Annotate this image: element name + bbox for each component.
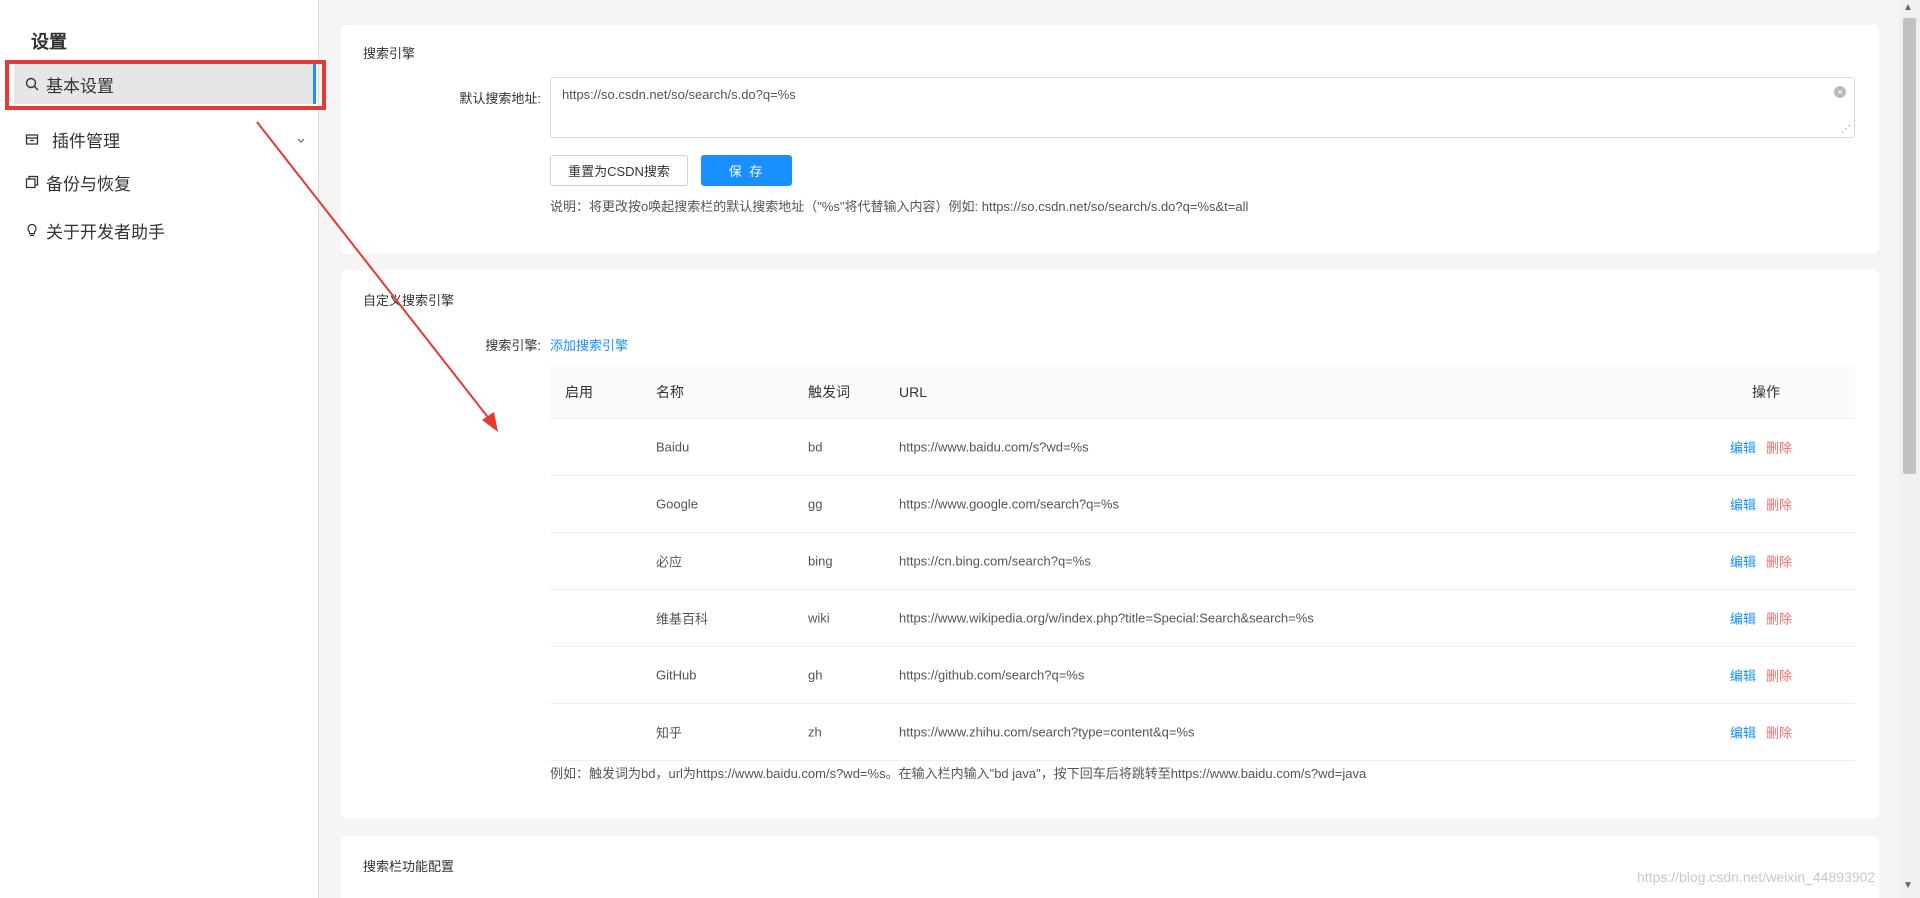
reset-csdn-button[interactable]: 重置为CSDN搜索: [550, 155, 688, 186]
resize-handle-icon[interactable]: ⋰: [1841, 124, 1851, 135]
edit-link[interactable]: 编辑: [1730, 666, 1756, 685]
delete-link[interactable]: 删除: [1766, 666, 1792, 685]
engine-trigger: wiki: [808, 610, 830, 626]
engine-name: 知乎: [656, 725, 683, 741]
engine-name: 必应: [656, 554, 683, 570]
engine-url: https://www.zhihu.com/search?type=conten…: [899, 724, 1195, 740]
column-header: URL: [899, 384, 928, 400]
custom-engine-example: 例如：触发词为bd，url为https://www.baidu.com/s?wd…: [550, 766, 1367, 781]
default-search-url-input[interactable]: https://so.csdn.net/so/search/s.do?q=%s …: [550, 77, 1855, 138]
sidebar-item-backup-restore[interactable]: 备份与恢复: [14, 162, 316, 202]
panel-title: 自定义搜索引擎: [363, 293, 455, 308]
engine-trigger: bing: [808, 553, 833, 569]
table-header: 启用 名称 触发词 URL 操作: [550, 366, 1855, 419]
page-scrollbar[interactable]: ▲ ▼: [1899, 0, 1920, 898]
search-engine-note: 说明：将更改按o唤起搜索栏的默认搜索地址（"%s"将代替输入内容）例如: htt…: [550, 199, 1249, 214]
engine-name: GitHub: [656, 667, 697, 683]
column-header: 操作: [1752, 384, 1780, 400]
table-row: GitHub gh https://github.com/search?q=%s…: [550, 647, 1855, 704]
sidebar-item-label: 插件管理: [52, 131, 120, 151]
copy-icon: [24, 174, 40, 190]
table-row: Google gg https://www.google.com/search?…: [550, 476, 1855, 533]
edit-link[interactable]: 编辑: [1730, 438, 1756, 457]
search-engine-label: 搜索引擎:: [485, 338, 541, 353]
engine-trigger: bd: [808, 439, 823, 455]
sidebar: 设置 基本设置 插件管理 备份与恢复 关于开发者助手: [0, 0, 319, 898]
edit-link[interactable]: 编辑: [1730, 609, 1756, 628]
delete-link[interactable]: 删除: [1766, 609, 1792, 628]
watermark: https://blog.csdn.net/weixin_44893902: [1637, 869, 1876, 885]
engine-name: Google: [656, 496, 698, 512]
save-button[interactable]: 保 存: [701, 155, 792, 186]
engine-url: https://www.baidu.com/s?wd=%s: [899, 439, 1089, 455]
searchbar-config-panel: 搜索栏功能配置: [341, 836, 1879, 898]
clear-icon[interactable]: ×: [1834, 86, 1846, 98]
panel-title: 搜索引擎: [363, 46, 416, 61]
chevron-down-icon[interactable]: [296, 131, 306, 151]
engine-name: Baidu: [656, 439, 690, 455]
engine-trigger: gh: [808, 667, 823, 683]
column-header: 触发词: [808, 384, 850, 400]
default-search-label: 默认搜索地址:: [459, 91, 541, 106]
sidebar-item-plugin-management[interactable]: 插件管理: [14, 119, 316, 159]
table-row: 必应 bing https://cn.bing.com/search?q=%s …: [550, 533, 1855, 590]
table-row: 维基百科 wiki https://www.wikipedia.org/w/in…: [550, 590, 1855, 647]
annotation-highlight-box: [5, 60, 326, 110]
table-row: Baidu bd https://www.baidu.com/s?wd=%s 编…: [550, 419, 1855, 476]
panel-title: 搜索栏功能配置: [363, 859, 455, 874]
default-search-url-value: https://so.csdn.net/so/search/s.do?q=%s: [562, 87, 796, 102]
column-header: 启用: [565, 384, 593, 400]
sidebar-title: 设置: [31, 32, 67, 52]
engine-url: https://cn.bing.com/search?q=%s: [899, 553, 1091, 569]
table-row: 知乎 zh https://www.zhihu.com/search?type=…: [550, 704, 1855, 761]
column-header: 名称: [656, 384, 684, 400]
bulb-icon: [24, 222, 40, 238]
search-engine-table: 启用 名称 触发词 URL 操作 Baidu bd https://www.ba…: [550, 366, 1855, 761]
engine-trigger: zh: [808, 724, 822, 740]
search-engine-panel: 搜索引擎 默认搜索地址: https://so.csdn.net/so/sear…: [341, 25, 1879, 254]
scroll-down-icon[interactable]: ▼: [1903, 880, 1913, 891]
delete-link[interactable]: 删除: [1766, 552, 1792, 571]
sidebar-item-label: 备份与恢复: [46, 174, 131, 194]
delete-link[interactable]: 删除: [1766, 723, 1792, 742]
edit-link[interactable]: 编辑: [1730, 552, 1756, 571]
engine-url: https://github.com/search?q=%s: [899, 667, 1085, 683]
scroll-up-icon[interactable]: ▲: [1903, 2, 1913, 13]
sidebar-item-label: 关于开发者助手: [46, 222, 165, 242]
edit-link[interactable]: 编辑: [1730, 723, 1756, 742]
edit-link[interactable]: 编辑: [1730, 495, 1756, 514]
box-icon: [24, 131, 40, 147]
sidebar-item-about[interactable]: 关于开发者助手: [14, 210, 316, 250]
engine-url: https://www.wikipedia.org/w/index.php?ti…: [899, 610, 1314, 626]
engine-name: 维基百科: [656, 611, 709, 627]
scroll-thumb[interactable]: [1903, 18, 1916, 474]
engine-url: https://www.google.com/search?q=%s: [899, 496, 1120, 512]
engine-trigger: gg: [808, 496, 823, 512]
add-search-engine-link[interactable]: 添加搜索引擎: [550, 335, 628, 354]
custom-search-engine-panel: 自定义搜索引擎 搜索引擎: 添加搜索引擎 启用 名称 触发词 URL 操作 Ba…: [341, 270, 1879, 819]
delete-link[interactable]: 删除: [1766, 495, 1792, 514]
delete-link[interactable]: 删除: [1766, 438, 1792, 457]
